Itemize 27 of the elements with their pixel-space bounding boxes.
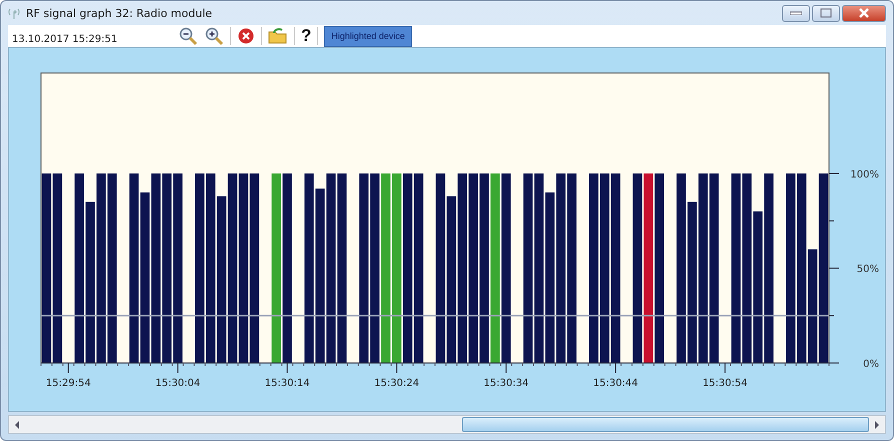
minimize-button[interactable] [782, 4, 810, 22]
minimize-icon [790, 11, 802, 15]
zoom-in-button[interactable] [204, 26, 224, 46]
axis-label: 15:30:24 [374, 378, 420, 389]
close-icon [859, 8, 869, 18]
maximize-icon [820, 8, 832, 18]
close-button[interactable] [842, 4, 886, 22]
highlighted-device-button[interactable]: Highlighted device [324, 26, 412, 46]
axis-label: 15:30:14 [264, 378, 310, 389]
folder-button[interactable] [268, 26, 288, 46]
axis-label: 15:30:54 [702, 378, 748, 389]
axis-label: 0% [863, 359, 879, 370]
zoom-out-button[interactable] [178, 26, 198, 46]
maximize-button[interactable] [812, 4, 840, 22]
scroll-thumb[interactable] [462, 417, 869, 432]
axis-label: 100% [850, 169, 879, 180]
axis-label: 15:30:04 [155, 378, 200, 389]
axis-label: 50% [856, 264, 879, 276]
window-title: RF signal graph 32: Radio module [26, 6, 214, 20]
axis-label: 15:29:54 [46, 378, 91, 389]
axis-label: 15:30:34 [484, 378, 529, 389]
horizontal-scrollbar[interactable] [8, 415, 886, 434]
timestamp: 13.10.2017 15:29:51 [12, 34, 118, 47]
antenna-icon [8, 7, 20, 19]
help-button[interactable]: ? [301, 26, 312, 46]
delete-button[interactable] [237, 26, 255, 46]
axis-label: 15:30:44 [593, 378, 638, 389]
